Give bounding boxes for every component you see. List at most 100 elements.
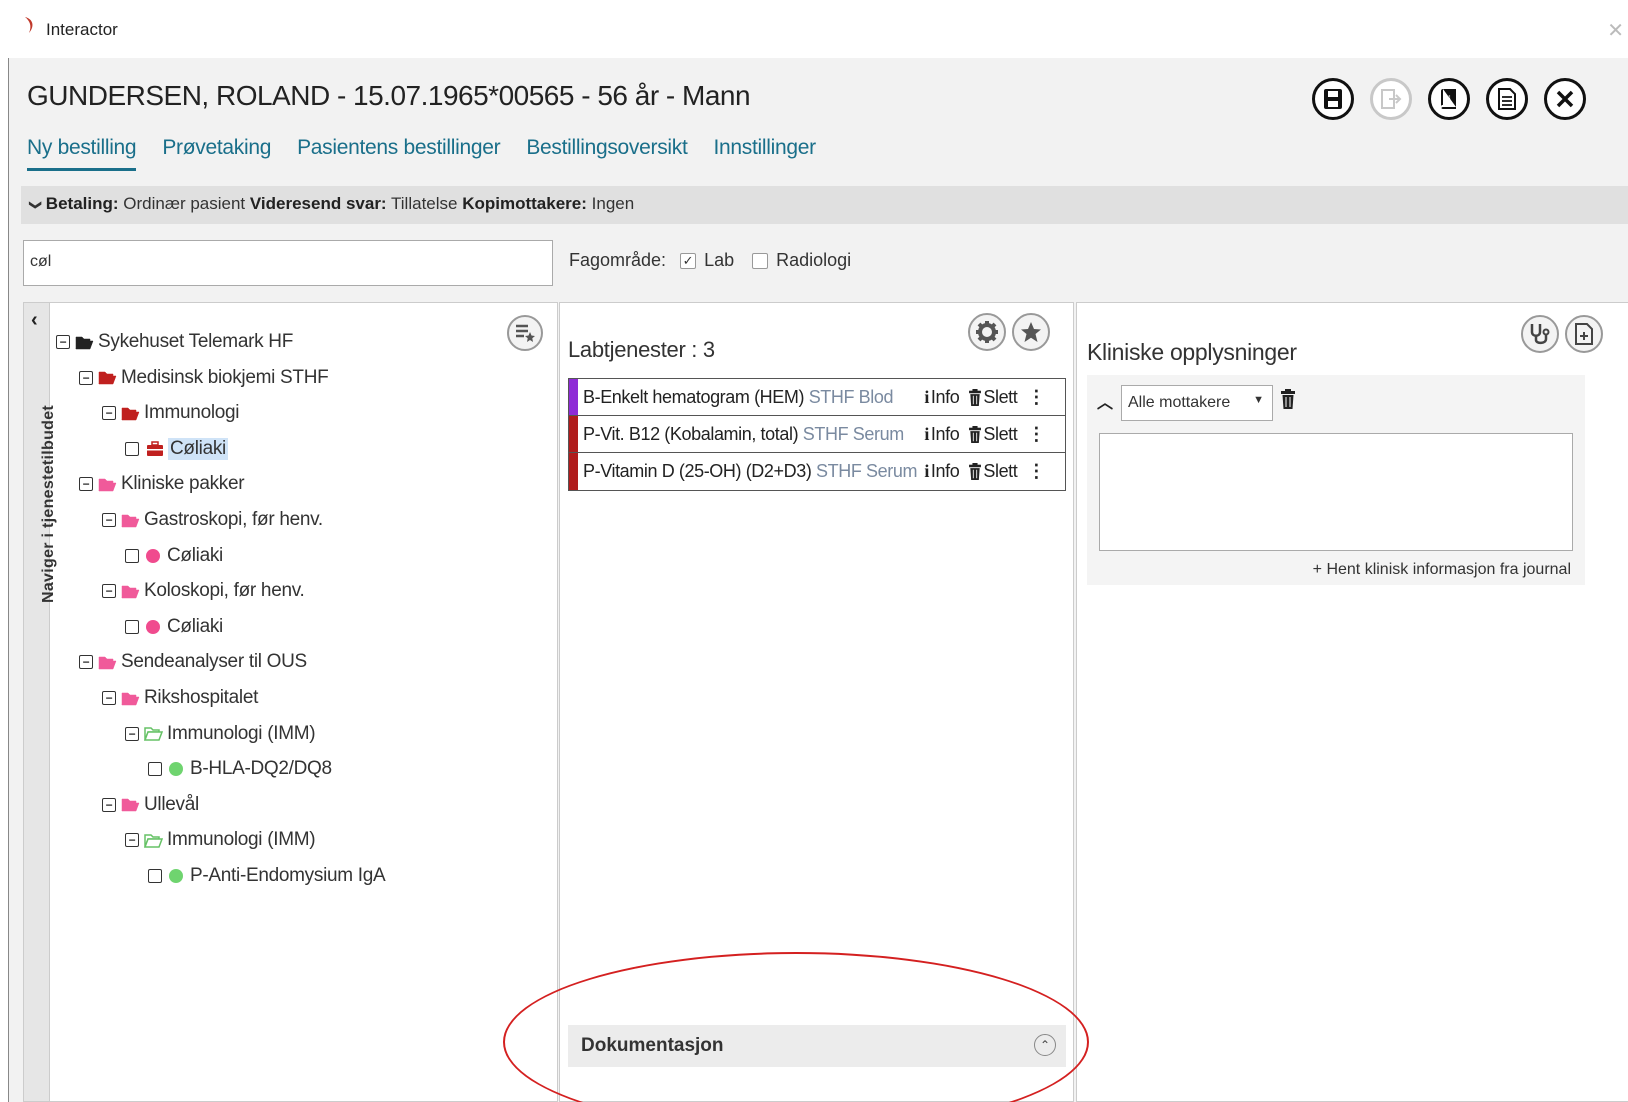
delete-button[interactable]: Slett (969, 461, 1018, 482)
tree-node[interactable]: − Sykehuset Telemark HF (56, 331, 293, 353)
category-color-bar (569, 453, 578, 490)
caret-down-icon: ▼ (1253, 394, 1264, 406)
tree-node[interactable]: − Gastroskopi, før henv. (102, 509, 323, 531)
tab-bestillingsoversikt[interactable]: Bestillingsoversikt (526, 136, 688, 171)
stethoscope-icon (1530, 324, 1550, 345)
lab-checkbox[interactable]: ✓ (680, 252, 697, 269)
favorite-button[interactable] (1012, 313, 1050, 351)
collapse-icon[interactable]: − (102, 797, 116, 812)
side-tab-label: Naviger i tjenestetilbudet (40, 404, 57, 603)
fetch-journal-link[interactable]: + Hent klinisk informasjon fra journal (1313, 561, 1571, 579)
chevron-up-icon[interactable]: ⌃ (1034, 1034, 1056, 1056)
tree-node-label: Cøliaki (168, 437, 228, 460)
labtjenester-panel: Labtjenester : 3 B-Enkelt hematogram (HE… (559, 302, 1074, 1102)
tree-node[interactable]: − Koloskopi, før henv. (102, 580, 305, 602)
delete-button[interactable]: Slett (969, 387, 1018, 408)
tab-innstillinger[interactable]: Innstillinger (714, 136, 817, 171)
lab-test-name: P-Vitamin D (25-OH) (D2+D3) (583, 461, 812, 481)
tree-node-label: Sykehuset Telemark HF (98, 331, 294, 352)
lab-test-name: P-Vit. B12 (Kobalamin, total) (583, 423, 799, 444)
folder-open-icon (144, 834, 163, 848)
tree-node[interactable]: − Immunologi (102, 402, 240, 424)
header-toolbar: i (1312, 78, 1586, 120)
tree-checkbox[interactable] (125, 619, 139, 634)
document-button[interactable] (1486, 78, 1528, 120)
kliniske-form: ︿ Alle mottakere ▼ + Hent klinisk inform… (1087, 375, 1585, 585)
tab-ny-bestilling[interactable]: Ny bestilling (27, 136, 137, 171)
tree-node[interactable]: B-HLA-DQ2/DQ8 (148, 758, 332, 780)
book-button[interactable]: i (1428, 78, 1470, 120)
tree-favorites-button[interactable] (507, 315, 543, 351)
trash-icon[interactable] (1281, 389, 1295, 409)
info-button[interactable]: i Info (924, 461, 959, 482)
tree-node[interactable]: − Kliniske pakker (79, 473, 245, 495)
folder-open-icon (121, 799, 140, 812)
tree-node[interactable]: − Medisinsk biokjemi STHF (79, 367, 329, 389)
order-info-bar[interactable]: ❯ Betaling: Ordinær pasient Videresend s… (21, 186, 1628, 224)
folder-open-icon (98, 371, 117, 385)
tree-node-label: Ullevål (144, 793, 199, 815)
info-label: Info (930, 386, 960, 407)
tree-node-label: P-Anti-Endomysium IgA (190, 865, 386, 886)
collapse-icon[interactable]: − (79, 477, 93, 492)
folder-open-icon (144, 727, 163, 741)
tree-node[interactable]: − Sendeanalyser til OUS (79, 651, 307, 673)
tree-node[interactable]: − Immunologi (IMM) (125, 723, 316, 745)
collapse-icon[interactable]: − (56, 335, 70, 349)
tree-checkbox[interactable] (125, 548, 139, 563)
collapse-icon[interactable]: − (102, 691, 116, 705)
more-vertical-icon[interactable]: ⋮ (1027, 461, 1045, 482)
lab-order-name: P-Vit. B12 (Kobalamin, total) STHF Serum (578, 424, 924, 445)
window-close-icon[interactable]: ✕ (1607, 18, 1624, 43)
search-input[interactable]: cøl (23, 240, 553, 286)
collapse-icon[interactable]: − (79, 655, 93, 670)
lab-test-location: STHF Blod (808, 386, 894, 407)
tree-node[interactable]: Cøliaki (125, 616, 223, 638)
lab-test-name: B-Enkelt hematogram (HEM) (583, 386, 805, 407)
collapse-icon[interactable]: − (102, 406, 116, 421)
tree-node[interactable]: Cøliaki (125, 437, 228, 460)
close-button[interactable] (1544, 78, 1586, 120)
service-tree-side-tab[interactable]: ‹ Naviger i tjenestetilbudet (24, 303, 57, 1101)
info-button[interactable]: i Info (924, 424, 959, 445)
delete-button[interactable]: Slett (969, 424, 1018, 445)
add-document-button[interactable] (1565, 315, 1603, 353)
tab-provetaking[interactable]: Prøvetaking (162, 136, 271, 171)
more-vertical-icon[interactable]: ⋮ (1027, 424, 1045, 445)
tree-node[interactable]: P-Anti-Endomysium IgA (148, 865, 386, 887)
list-star-icon (516, 324, 535, 342)
settings-button[interactable] (968, 313, 1006, 351)
radiologi-checkbox[interactable] (752, 252, 769, 269)
chevron-left-icon[interactable]: ‹ (31, 309, 38, 332)
collapse-icon[interactable]: − (125, 726, 139, 741)
info-button[interactable]: i Info (924, 387, 959, 408)
collapse-icon[interactable]: − (125, 833, 139, 848)
tree-node[interactable]: − Immunologi (IMM) (125, 829, 316, 851)
more-vertical-icon[interactable]: ⋮ (1027, 387, 1045, 408)
collapse-icon[interactable]: − (102, 513, 116, 527)
tree-node[interactable]: − Rikshospitalet (102, 687, 258, 709)
collapse-icon[interactable]: − (102, 584, 116, 599)
tree-node[interactable]: Cøliaki (125, 545, 223, 567)
tree-node-label: Koloskopi, før henv. (144, 580, 305, 602)
stethoscope-button[interactable] (1521, 315, 1559, 353)
tree-node-label: Immunologi (144, 402, 240, 424)
folder-open-icon (98, 656, 117, 670)
save-button[interactable] (1312, 78, 1354, 120)
tree-checkbox[interactable] (148, 762, 162, 777)
kopimottakere-label: Kopimottakere: (462, 194, 587, 213)
status-dot-icon (146, 619, 160, 634)
clinical-info-textarea[interactable] (1099, 433, 1573, 551)
tree-node-label: B-HLA-DQ2/DQ8 (190, 758, 332, 780)
tree-checkbox[interactable] (148, 869, 162, 883)
dokumentasjon-section[interactable]: Dokumentasjon ⌃ (568, 1025, 1066, 1067)
export-button[interactable] (1370, 78, 1412, 120)
tab-pasientens-bestillinger[interactable]: Pasientens bestillinger (297, 136, 501, 171)
collapse-icon[interactable]: − (79, 370, 93, 385)
fagomrade-filter: Fagområde: ✓ Lab Radiologi (569, 250, 851, 271)
tree-checkbox[interactable] (125, 441, 139, 456)
labtjenester-title: Labtjenester : 3 (568, 337, 715, 362)
recipient-select[interactable]: Alle mottakere ▼ (1121, 385, 1273, 421)
chevron-up-icon[interactable]: ︿ (1097, 389, 1113, 413)
tree-node[interactable]: − Ullevål (102, 794, 199, 816)
